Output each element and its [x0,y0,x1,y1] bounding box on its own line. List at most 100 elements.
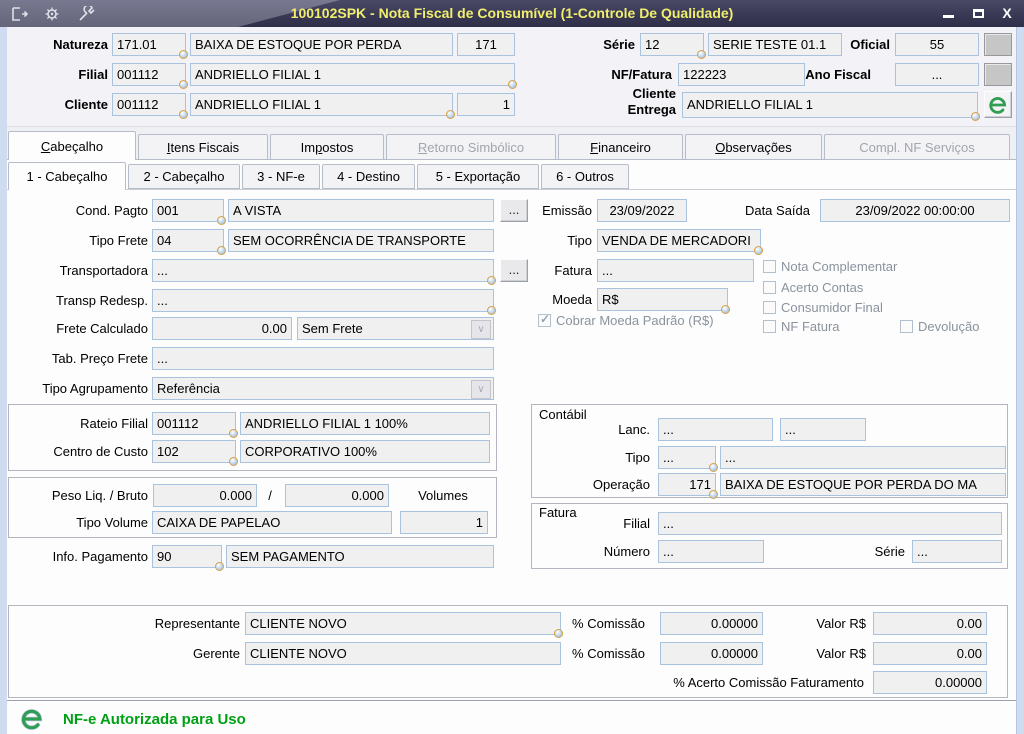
fatura-numero-field[interactable]: ... [658,540,764,563]
fatura-field[interactable]: ... [597,259,754,282]
filial-code-field[interactable]: 001112 [112,63,188,89]
info-pagamento-code-field[interactable]: 90 [152,545,224,571]
subtab-2-cabecalho[interactable]: 2 - Cabeçalho [128,164,240,189]
natureza-desc-field[interactable]: BAIXA DE ESTOQUE POR PERDA [190,33,453,56]
frete-calculado-field[interactable]: 0.00 [152,317,292,340]
operacao-desc-field[interactable]: BAIXA DE ESTOQUE POR PERDA DO MA [720,473,1006,496]
cliente-entrega-label-line1: Cliente [632,86,676,101]
acerto-comissao-label: % Acerto Comissão Faturamento [673,675,864,690]
natureza-code-field[interactable]: 171.01 [112,33,188,59]
tab-itens-fiscais-label: Itens Fiscais [166,139,240,155]
data-saida-field[interactable]: 23/09/2022 00:00:00 [820,199,1010,222]
tipo-frete-desc-field[interactable]: SEM OCORRÊNCIA DE TRANSPORTE [228,229,494,252]
centro-custo-desc-field[interactable]: CORPORATIVO 100% [240,440,490,463]
serie-desc-field[interactable]: SERIE TESTE 01.1 [708,33,842,56]
rep-valor-field[interactable]: 0.00 [873,612,987,635]
tab-observacoes[interactable]: Observações [685,134,822,160]
minimize-button[interactable] [936,4,960,22]
tipo-volume-field[interactable]: CAIXA DE PAPELAO [152,511,392,534]
lanc-field-2[interactable]: ... [780,418,866,441]
tab-cabecalho[interactable]: Cabeçalho [8,131,136,160]
tipo-agrupamento-select[interactable]: Referência [152,377,494,400]
acerto-comissao-field[interactable]: 0.00000 [873,671,987,694]
tab-preco-frete-field[interactable]: ... [152,347,494,370]
rep-pct-comissao-field[interactable]: 0.00000 [660,612,763,635]
frete-calculado-label: Frete Calculado [56,321,148,336]
peso-liquido-field[interactable]: 0.000 [153,484,257,507]
oficial-field[interactable]: 55 [895,33,979,56]
cliente-desc-field[interactable]: ANDRIELLO FILIAL 1 [190,93,455,119]
cliente-entrega-field[interactable]: ANDRIELLO FILIAL 1 [682,92,980,121]
rateio-filial-desc-field[interactable]: ANDRIELLO FILIAL 1 100% [240,412,490,435]
representante-field[interactable]: CLIENTE NOVO [245,612,563,638]
moeda-field[interactable]: R$ [597,288,730,314]
nota-complementar-checkbox-box [763,259,776,273]
subtab-5-exportacao[interactable]: 5 - Exportação [417,164,539,189]
peso-separator: / [268,488,272,503]
emissao-field[interactable]: 23/09/2022 [597,199,687,222]
subtab-1-cabecalho[interactable]: 1 - Cabeçalho [8,162,126,190]
transportadora-label: Transportadora [59,263,148,278]
frete-tipo-select[interactable]: Sem Frete [297,317,494,340]
fatura-serie-label: Série [874,544,905,559]
cond-pagto-code-field[interactable]: 001 [152,199,226,225]
cond-pagto-desc-field[interactable]: A VISTA [228,199,494,222]
operacao-code-field[interactable]: 171 [658,473,718,499]
tipo-frete-code-field[interactable]: 04 [152,229,226,255]
ano-fiscal-browse-button[interactable] [984,63,1012,86]
consumidor-final-checkbox: Consumidor Final [763,299,883,315]
cliente-entrega-label: Cliente Entrega [590,86,676,118]
moeda-label: Moeda [552,292,592,307]
lanc-field-1[interactable]: ... [658,418,773,441]
subtab-3-nfe[interactable]: 3 - NF-e [242,164,320,189]
cliente-label: Cliente [64,97,108,112]
emissao-label: Emissão [542,203,592,218]
centro-custo-code-field[interactable]: 102 [152,440,238,466]
rateio-filial-code-field[interactable]: 001112 [152,412,238,438]
acerto-contas-checkbox-box [763,280,776,294]
subtab-4-destino[interactable]: 4 - Destino [322,164,415,189]
peso-bruto-field[interactable]: 0.000 [285,484,389,507]
contabil-tipo-code-field[interactable]: ... [658,446,718,472]
tab-itens-fiscais[interactable]: Itens Fiscais [138,134,268,160]
maximize-button[interactable] [966,4,990,22]
serie-code-field[interactable]: 12 [640,33,706,59]
transp-redesp-label: Transp Redesp. [55,293,148,308]
tipo-field[interactable]: VENDA DE MERCADORI [597,229,763,255]
cobrar-moeda-checkbox-box [538,312,551,327]
nf-fatura-field[interactable]: 122223 [678,63,805,86]
close-button[interactable]: X [995,4,1019,22]
gerente-field[interactable]: CLIENTE NOVO [245,642,561,665]
consumidor-final-checkbox-box [763,300,776,314]
cliente-code-field[interactable]: 001112 [112,93,188,119]
tab-impostos-label: Impostos [300,139,354,155]
transp-redesp-field[interactable]: ... [152,289,496,315]
tipo-frete-label: Tipo Frete [89,233,148,248]
contabil-tipo-desc-field[interactable]: ... [720,446,1006,469]
tab-financeiro[interactable]: Financeiro [558,134,683,160]
cliente-entrega-label-line2: Entrega [627,102,676,117]
ano-fiscal-field[interactable]: ... [895,63,979,86]
window-title: 100102SPK - Nota Fiscal de Consumível (1… [290,5,734,21]
fatura-filial-label: Filial [623,516,650,531]
natureza-aux-field[interactable]: 171 [457,33,515,56]
ger-pct-comissao-field[interactable]: 0.00000 [660,642,763,665]
tab-observacoes-label: Observações [715,139,792,155]
transportadora-field[interactable]: ... [152,259,496,285]
oficial-label: Oficial [850,37,890,52]
ger-valor-field[interactable]: 0.00 [873,642,987,665]
nf-fatura-checkbox-label: NF Fatura [781,318,840,334]
cobrar-moeda-checkbox-label: Cobrar Moeda Padrão (R$) [556,312,714,328]
subtab-6-outros[interactable]: 6 - Outros [541,164,629,189]
fatura-filial-field[interactable]: ... [658,512,1002,535]
fatura-serie-field[interactable]: ... [912,540,1002,563]
status-bar: NF-e Autorizada para Uso [7,700,1016,734]
tab-compl-nf-servicos-label: Compl. NF Serviços [859,139,975,155]
nfe-link-button[interactable] [984,91,1012,118]
filial-desc-field[interactable]: ANDRIELLO FILIAL 1 [190,63,517,89]
oficial-browse-button[interactable] [984,33,1012,56]
cliente-aux-field[interactable]: 1 [457,93,515,116]
volumes-field[interactable]: 1 [400,511,488,534]
info-pagamento-desc-field[interactable]: SEM PAGAMENTO [226,545,494,568]
tab-impostos[interactable]: Impostos [270,134,384,160]
